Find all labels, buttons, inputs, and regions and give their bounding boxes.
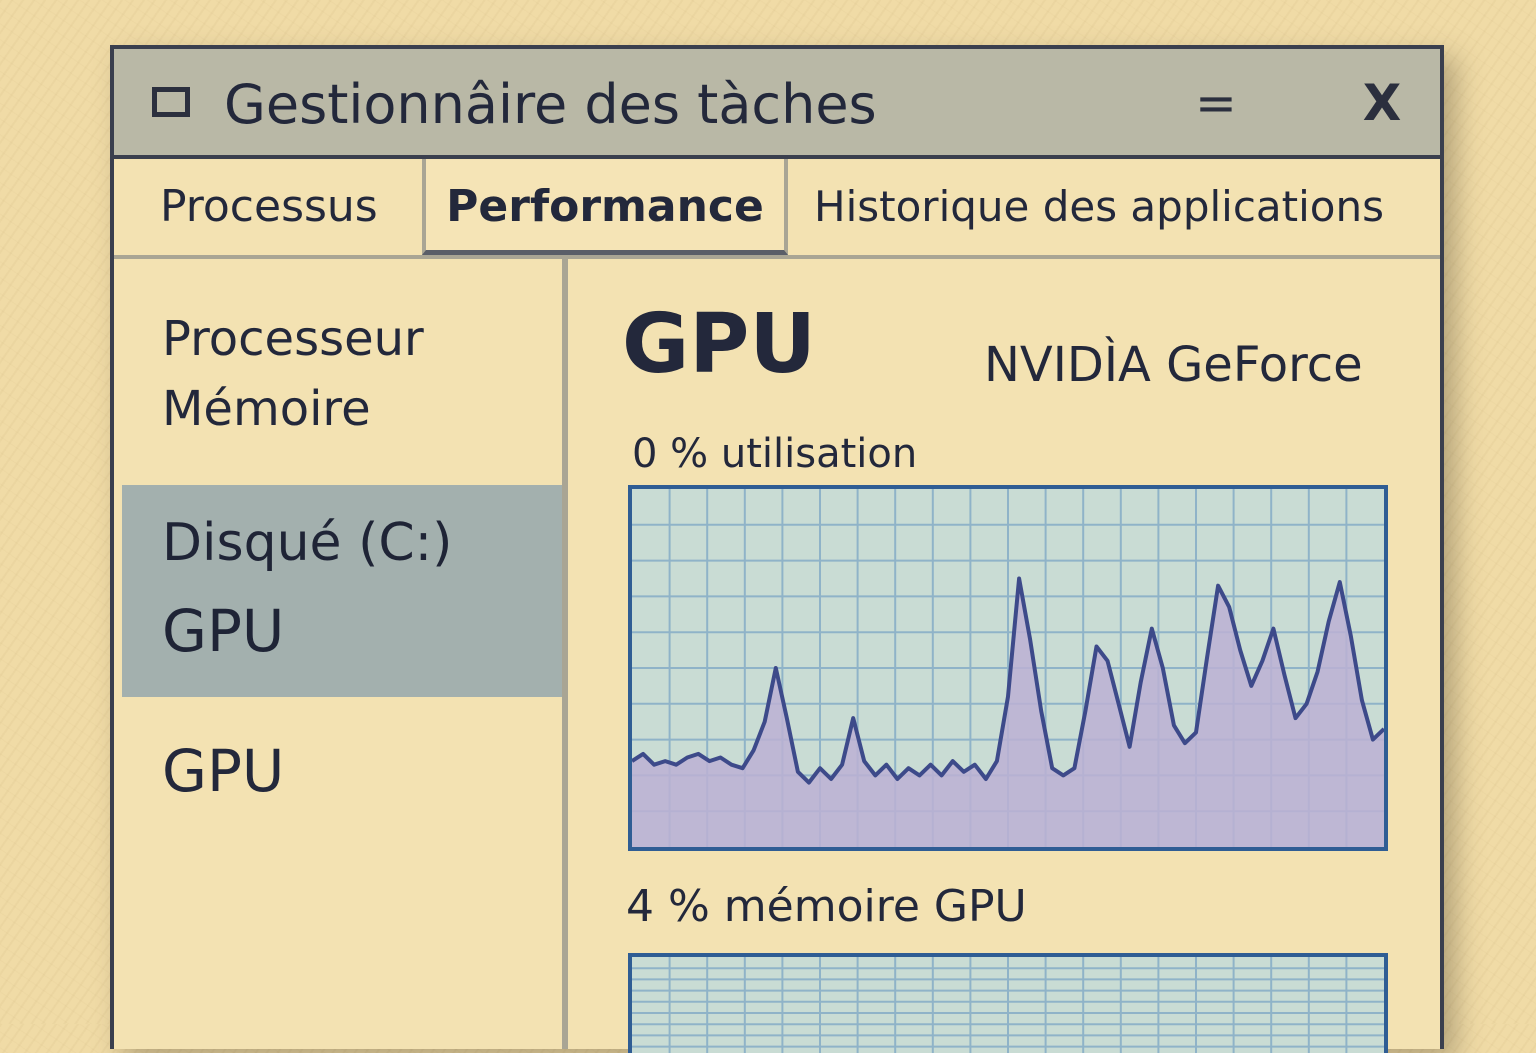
tab-processus[interactable]: Processus (160, 159, 378, 255)
gpu-utilisation-graph (628, 485, 1388, 851)
gpu-detail-panel: GPU NVIDÌA GeForce 0 % utilisation 4 % m… (568, 259, 1440, 1053)
sidebar-item-memoire[interactable]: Mémoire (162, 381, 371, 437)
tab-historique-applications[interactable]: Historique des applications (814, 159, 1384, 255)
tab-performance[interactable]: Performance (422, 159, 788, 255)
sidebar-item-gpu[interactable]: GPU (162, 737, 284, 805)
utilisation-label: 0 % utilisation (632, 431, 918, 477)
sidebar-item-processeur[interactable]: Processeur (162, 311, 424, 367)
title-bar[interactable]: Gestionnâire des tàches = X (114, 49, 1440, 159)
window-title: Gestionnâire des tàches (224, 73, 877, 136)
gpu-memory-label: 4 % mémoire GPU (626, 881, 1027, 932)
task-manager-window: Gestionnâire des tàches = X Processus Pe… (110, 45, 1444, 1053)
sidebar-item-gpu-selected[interactable]: GPU (162, 597, 284, 665)
performance-sidebar: Processeur Mémoire Disqué (C:) GPU GPU (114, 259, 568, 1049)
window-icon (152, 87, 190, 117)
gpu-title: GPU (622, 297, 816, 392)
sidebar-selected-group[interactable]: Disqué (C:) GPU (122, 485, 562, 697)
gpu-model-name: NVIDÌA GeForce (984, 337, 1363, 393)
sidebar-item-disque[interactable]: Disqué (C:) (162, 513, 452, 573)
gpu-memory-graph (628, 953, 1388, 1053)
close-button[interactable]: X (1352, 73, 1412, 133)
tab-bar: Processus Performance Historique des app… (114, 159, 1440, 259)
minimize-button[interactable]: = (1186, 73, 1246, 133)
